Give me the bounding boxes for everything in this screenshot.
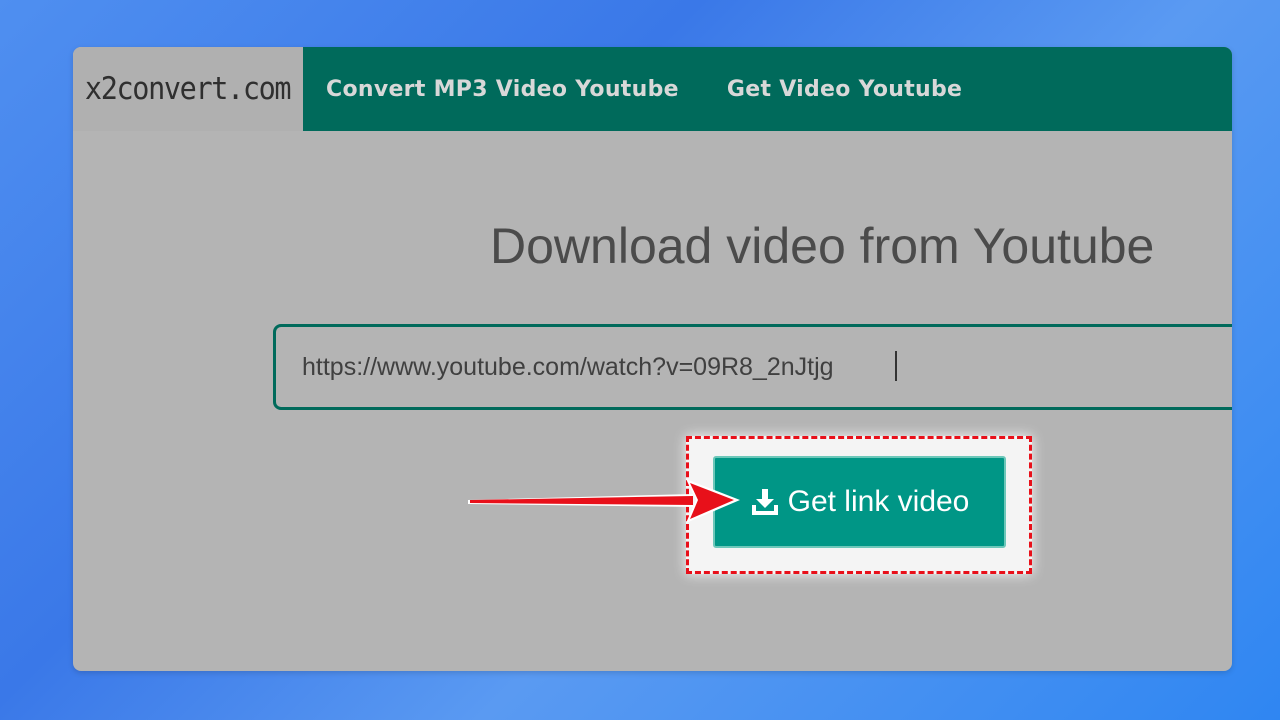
nav-link-convert-mp3[interactable]: Convert MP3 Video Youtube — [326, 77, 679, 102]
text-caret — [895, 351, 897, 381]
page-title: Download video from Youtube — [490, 218, 1155, 274]
nav-link-get-video[interactable]: Get Video Youtube — [727, 77, 962, 102]
logo-area[interactable]: x2convert.com — [73, 47, 303, 131]
navbar: x2convert.com Convert MP3 Video Youtube … — [73, 47, 1232, 131]
get-link-video-label: Get link video — [787, 485, 970, 518]
url-input[interactable] — [273, 324, 1232, 410]
nav-menu: Convert MP3 Video Youtube Get Video Yout… — [303, 47, 1232, 131]
red-arrow-icon — [468, 479, 740, 523]
site-logo[interactable]: x2convert.com — [85, 71, 292, 107]
browser-page: x2convert.com Convert MP3 Video Youtube … — [73, 47, 1232, 671]
